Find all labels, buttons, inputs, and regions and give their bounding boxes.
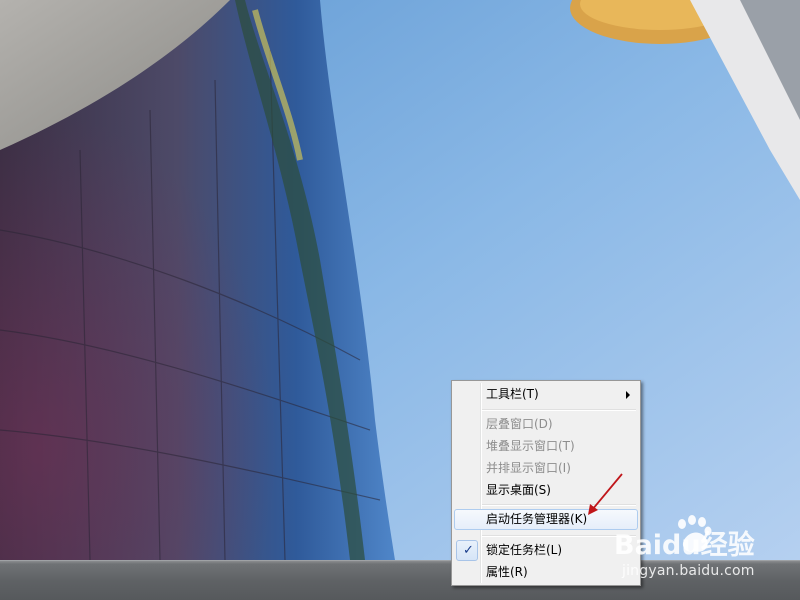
- menu-item-label: 工具栏(T): [486, 387, 539, 401]
- menu-item-label: 锁定任务栏(L): [486, 543, 563, 557]
- menu-item-properties[interactable]: 属性(R): [454, 562, 638, 583]
- menu-item-label: 启动任务管理器(K): [486, 512, 588, 526]
- desktop: 工具栏(T) 层叠窗口(D) 堆叠显示窗口(T) 并排显示窗口(I) 显示桌面(…: [0, 0, 800, 600]
- chevron-right-icon: [626, 391, 630, 399]
- desktop-wallpaper: [0, 0, 800, 560]
- menu-item-label: 属性(R): [486, 565, 528, 579]
- menu-item-cascade-windows: 层叠窗口(D): [454, 414, 638, 435]
- watermark-brand: Baidu经验: [614, 529, 755, 561]
- check-box: ✓: [456, 540, 478, 561]
- check-icon: ✓: [463, 543, 474, 558]
- watermark-url: jingyan.baidu.com: [622, 563, 755, 579]
- menu-item-lock-taskbar[interactable]: ✓ 锁定任务栏(L): [454, 540, 638, 561]
- menu-item-label: 显示桌面(S): [486, 483, 551, 497]
- menu-item-toolbars[interactable]: 工具栏(T): [454, 384, 638, 405]
- menu-separator: [482, 409, 636, 411]
- menu-item-label: 堆叠显示窗口(T): [486, 439, 575, 453]
- menu-item-label: 并排显示窗口(I): [486, 461, 571, 475]
- menu-item-label: 层叠窗口(D): [486, 417, 553, 431]
- menu-item-stack-windows: 堆叠显示窗口(T): [454, 436, 638, 457]
